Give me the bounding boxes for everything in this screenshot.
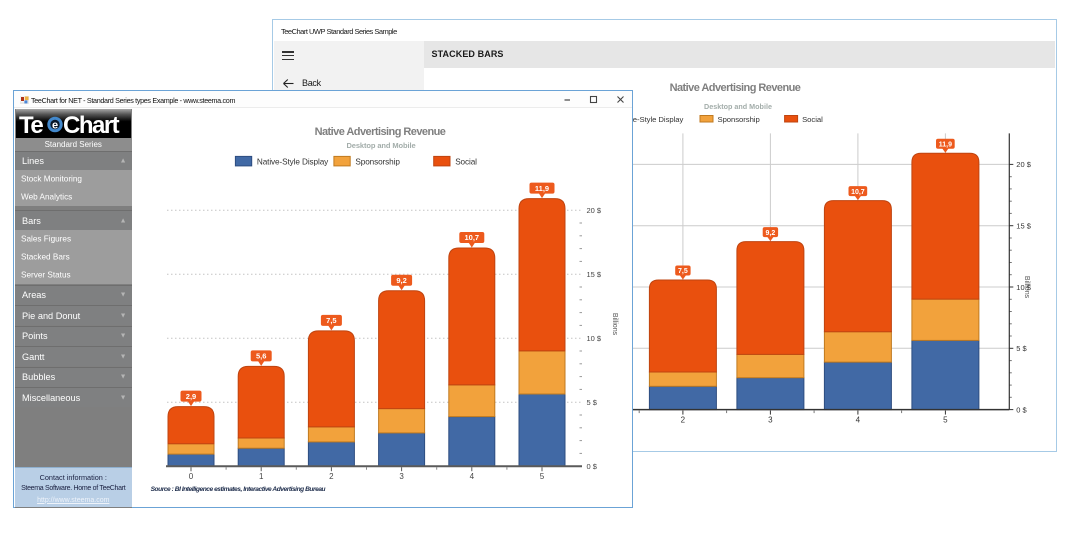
svg-text:Social: Social: [802, 115, 823, 124]
svg-text:0: 0: [189, 472, 194, 481]
svg-text:10 $: 10 $: [587, 334, 602, 343]
svg-text:0 $: 0 $: [587, 462, 598, 471]
svg-text:3: 3: [768, 416, 773, 425]
svg-text:Billions: Billions: [1023, 276, 1030, 299]
svg-text:Source : BI Intelligence estim: Source : BI Intelligence estimates, Inte…: [151, 486, 326, 493]
svg-text:2: 2: [329, 472, 334, 481]
svg-text:10,7: 10,7: [464, 233, 479, 242]
svg-text:11,9: 11,9: [535, 184, 549, 193]
svg-text:11,9: 11,9: [939, 141, 952, 148]
svg-text:Native Advertising Revenue: Native Advertising Revenue: [315, 126, 446, 138]
svg-text:0 $: 0 $: [1016, 405, 1027, 414]
svg-text:1: 1: [259, 472, 264, 481]
svg-text:15 $: 15 $: [1016, 222, 1031, 231]
svg-text:5 $: 5 $: [587, 398, 598, 407]
svg-text:10,7: 10,7: [851, 189, 865, 196]
svg-text:15 $: 15 $: [587, 270, 602, 279]
svg-text:9,2: 9,2: [766, 230, 776, 237]
svg-text:Sponsorship: Sponsorship: [718, 115, 760, 124]
svg-text:3: 3: [399, 472, 404, 481]
svg-text:Desktop and Mobile: Desktop and Mobile: [704, 102, 772, 111]
svg-text:Desktop and Mobile: Desktop and Mobile: [346, 141, 415, 150]
svg-text:7,5: 7,5: [678, 268, 688, 275]
svg-text:2: 2: [681, 416, 686, 425]
svg-text:Social: Social: [455, 157, 477, 166]
svg-text:4: 4: [856, 416, 861, 425]
svg-text:Native Advertising Revenue: Native Advertising Revenue: [670, 82, 801, 94]
svg-text:20 $: 20 $: [587, 206, 602, 215]
svg-text:Sponsorship: Sponsorship: [355, 157, 400, 166]
svg-text:9,2: 9,2: [396, 276, 406, 285]
svg-text:4: 4: [470, 472, 475, 481]
svg-text:5 $: 5 $: [1016, 344, 1027, 353]
svg-text:2,9: 2,9: [186, 392, 196, 401]
svg-text:5,6: 5,6: [256, 352, 266, 361]
svg-text:5: 5: [943, 416, 948, 425]
svg-text:5: 5: [540, 472, 545, 481]
svg-text:Billions: Billions: [611, 313, 618, 336]
svg-text:20 $: 20 $: [1016, 160, 1031, 169]
svg-text:7,5: 7,5: [326, 316, 336, 325]
svg-text:Native-Style Display: Native-Style Display: [257, 157, 329, 166]
